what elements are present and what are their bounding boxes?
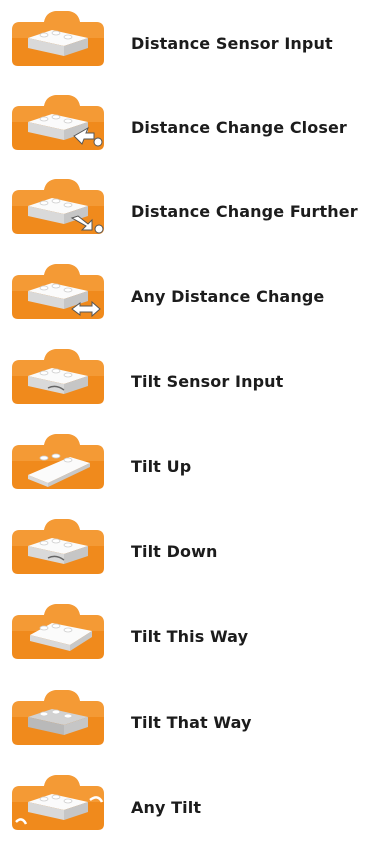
- block-label: Any Tilt: [131, 797, 202, 817]
- distance-further-icon[interactable]: [8, 176, 106, 236]
- tilt-down-icon[interactable]: [8, 516, 106, 576]
- palette-block-9[interactable]: Tilt That Way: [0, 687, 383, 757]
- block-label: Tilt Up: [131, 456, 192, 476]
- block-label: Tilt That Way: [131, 712, 252, 732]
- tilt-this-way-icon[interactable]: [8, 601, 106, 661]
- distance-closer-icon[interactable]: [8, 92, 106, 152]
- palette-block-1[interactable]: Distance Sensor Input: [0, 8, 383, 78]
- block-label: Any Distance Change: [131, 286, 325, 306]
- palette-block-4[interactable]: Any Distance Change: [0, 261, 383, 331]
- palette-block-6[interactable]: Tilt Up: [0, 431, 383, 501]
- block-label: Distance Change Closer: [131, 117, 347, 137]
- palette-block-10[interactable]: Any Tilt: [0, 772, 383, 842]
- palette-block-2[interactable]: Distance Change Closer: [0, 92, 383, 162]
- block-label: Tilt Sensor Input: [131, 371, 284, 391]
- distance-any-change-icon[interactable]: [8, 261, 106, 321]
- tilt-up-icon[interactable]: [8, 431, 106, 491]
- block-label: Tilt Down: [131, 541, 218, 561]
- block-label: Distance Sensor Input: [131, 33, 333, 53]
- tilt-that-way-icon[interactable]: [8, 687, 106, 747]
- palette-block-5[interactable]: Tilt Sensor Input: [0, 346, 383, 416]
- any-tilt-icon[interactable]: [8, 772, 106, 832]
- palette-block-7[interactable]: Tilt Down: [0, 516, 383, 586]
- block-label: Tilt This Way: [131, 626, 249, 646]
- distance-sensor-brick-icon[interactable]: [8, 8, 106, 68]
- palette-block-8[interactable]: Tilt This Way: [0, 601, 383, 671]
- block-label: Distance Change Further: [131, 201, 358, 221]
- palette-block-3[interactable]: Distance Change Further: [0, 176, 383, 246]
- tilt-sensor-brick-icon[interactable]: [8, 346, 106, 406]
